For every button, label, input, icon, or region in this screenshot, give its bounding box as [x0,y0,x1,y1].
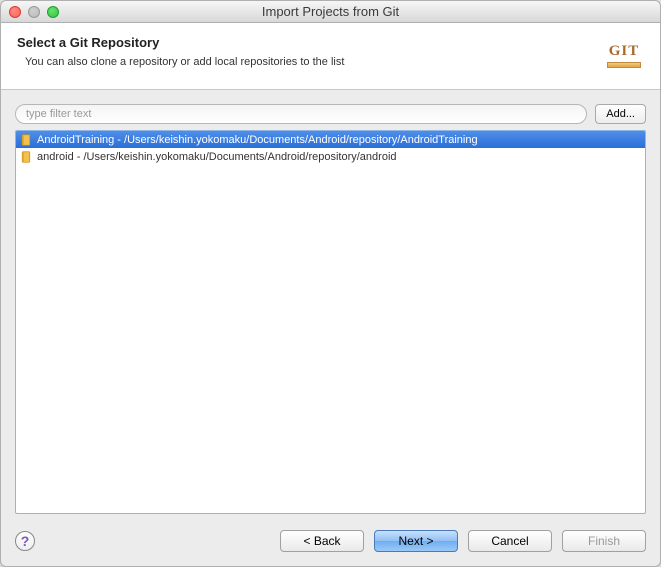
wizard-footer: ? < Back Next > Cancel Finish [1,520,660,566]
git-logo-icon: GIT [604,35,644,75]
repository-label: AndroidTraining - /Users/keishin.yokomak… [37,134,478,146]
next-button[interactable]: Next > [374,530,458,552]
content-area: Add... AndroidTraining - /Users/keishin.… [1,90,660,520]
repository-item[interactable]: AndroidTraining - /Users/keishin.yokomak… [16,131,645,148]
close-icon[interactable] [9,6,21,18]
header-text-block: Select a Git Repository You can also clo… [17,35,344,68]
page-title: Select a Git Repository [17,35,344,50]
repository-label: android - /Users/keishin.yokomaku/Docume… [37,151,397,163]
repository-icon [20,134,32,146]
wizard-header: Select a Git Repository You can also clo… [1,23,660,90]
window-title: Import Projects from Git [1,4,660,19]
import-wizard-window: Import Projects from Git Select a Git Re… [0,0,661,567]
window-controls [1,6,59,18]
wizard-buttons: < Back Next > Cancel Finish [280,530,646,552]
page-subtitle: You can also clone a repository or add l… [25,56,344,68]
titlebar: Import Projects from Git [1,1,660,23]
zoom-icon[interactable] [47,6,59,18]
finish-button: Finish [562,530,646,552]
minimize-icon [28,6,40,18]
add-button[interactable]: Add... [595,104,646,124]
git-logo-text: GIT [609,43,640,60]
filter-input[interactable] [15,104,587,124]
git-logo-bar [607,62,641,68]
cancel-button[interactable]: Cancel [468,530,552,552]
help-icon[interactable]: ? [15,531,35,551]
repository-list[interactable]: AndroidTraining - /Users/keishin.yokomak… [15,130,646,514]
repository-icon [20,151,32,163]
repository-item[interactable]: android - /Users/keishin.yokomaku/Docume… [16,148,645,165]
filter-row: Add... [15,104,646,124]
back-button[interactable]: < Back [280,530,364,552]
